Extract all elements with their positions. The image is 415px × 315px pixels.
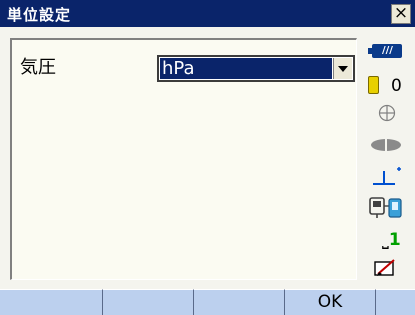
pressure-unit-value: hPa: [160, 58, 332, 79]
softkey-2[interactable]: [103, 289, 194, 315]
settings-panel: 気圧 hPa: [10, 38, 357, 280]
softkey-bar: OK: [0, 289, 415, 315]
softkey-5[interactable]: [376, 289, 415, 315]
title-bar: 単位設定 ×: [0, 0, 415, 27]
pressure-unit-select[interactable]: hPa: [157, 55, 355, 82]
tilt-icon: [371, 165, 403, 191]
page-prefix: ⎵: [382, 230, 389, 250]
input-mode-icon: [374, 258, 396, 282]
target-icon: [378, 104, 396, 126]
ok-button[interactable]: OK: [285, 289, 376, 315]
prism-icon: [368, 76, 379, 94]
laser-icon: [370, 137, 402, 152]
close-icon: ×: [393, 3, 409, 23]
softkey-3[interactable]: [194, 289, 285, 315]
battery-level-text: ///: [382, 45, 393, 56]
bluetooth-device-icon: [369, 196, 403, 224]
page-number: 1: [388, 230, 401, 250]
close-button[interactable]: ×: [391, 4, 411, 24]
unit-settings-window: 単位設定 × 気圧 hPa /// 0 ⎵1 OK: [0, 0, 415, 315]
status-column: /// 0 ⎵1: [362, 36, 412, 281]
pressure-label: 気圧: [20, 57, 56, 78]
page-indicator: ⎵1: [382, 230, 401, 250]
prism-constant: 0: [391, 76, 402, 96]
dropdown-arrow-icon[interactable]: [333, 58, 352, 79]
softkey-1[interactable]: [0, 289, 103, 315]
battery-icon: ///: [368, 44, 402, 58]
window-title: 単位設定: [7, 6, 72, 24]
